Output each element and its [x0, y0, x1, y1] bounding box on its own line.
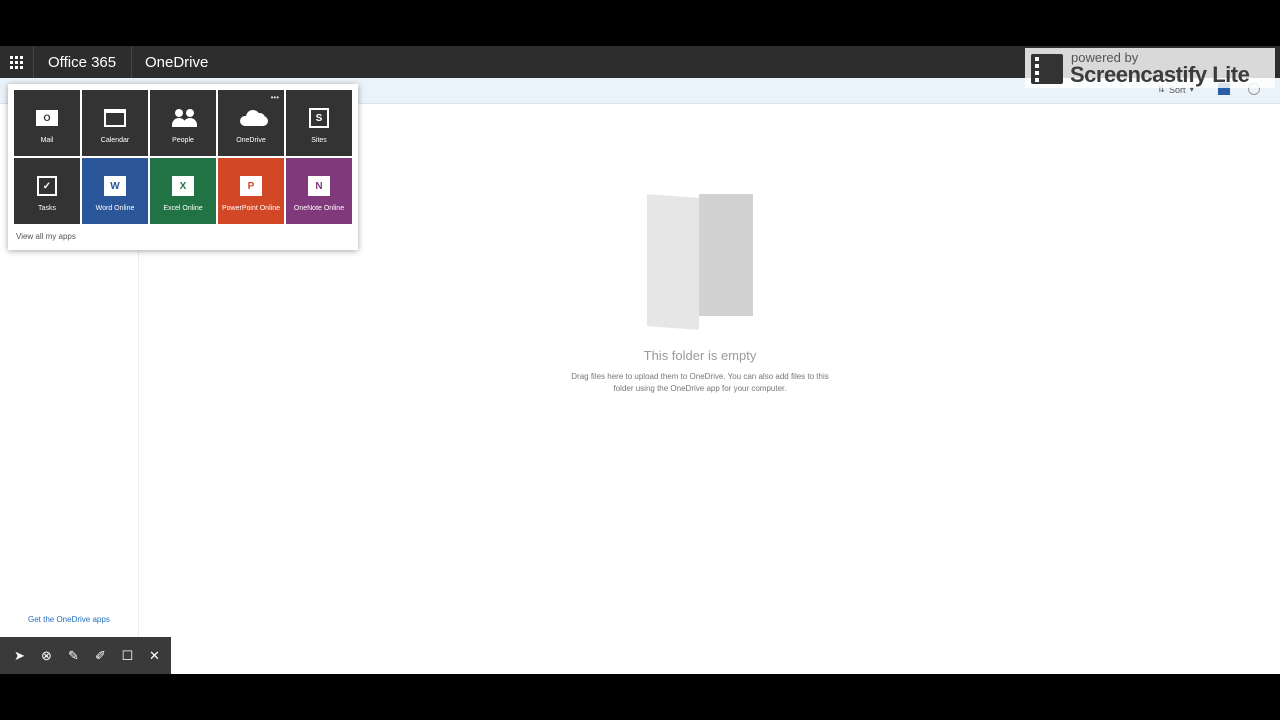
app-launcher-button[interactable]	[0, 46, 34, 78]
tile-powerpoint-online[interactable]: P PowerPoint Online	[218, 158, 284, 224]
tile-tasks[interactable]: ✓ Tasks	[14, 158, 80, 224]
tile-label: PowerPoint Online	[222, 205, 280, 212]
powerpoint-icon: P	[240, 176, 262, 196]
people-icon	[172, 108, 197, 128]
sites-icon: S	[309, 108, 329, 128]
tile-calendar[interactable]: Calendar	[82, 90, 148, 156]
tile-label: OneDrive	[236, 137, 266, 144]
office365-brand[interactable]: Office 365	[48, 54, 116, 71]
onenote-icon: N	[308, 176, 330, 196]
screencastify-watermark: powered by Screencastify Lite	[1025, 48, 1275, 88]
empty-folder-title: This folder is empty	[643, 348, 757, 363]
empty-folder-message: This folder is empty Drag files here to …	[560, 194, 840, 395]
checkbox-icon: ✓	[37, 176, 57, 196]
tile-word-online[interactable]: W Word Online	[82, 158, 148, 224]
pen-icon[interactable]: ✎	[66, 648, 81, 663]
app-title[interactable]: OneDrive	[145, 54, 208, 71]
tile-label: Excel Online	[163, 205, 203, 212]
tile-excel-online[interactable]: X Excel Online	[150, 158, 216, 224]
annotation-toolbar: ➤ ⊗ ✎ ✐ ☐ ✕	[0, 637, 171, 674]
circle-x-icon[interactable]: ⊗	[39, 648, 54, 663]
watermark-name: Screencastify Lite	[1070, 62, 1250, 87]
tile-label: Sites	[311, 137, 327, 144]
highlighter-icon[interactable]: ✐	[93, 648, 108, 663]
tile-label: Tasks	[38, 205, 56, 212]
tile-sites[interactable]: S Sites	[286, 90, 352, 156]
rectangle-icon[interactable]: ☐	[120, 648, 135, 663]
get-onedrive-apps-link[interactable]: Get the OneDrive apps	[28, 615, 110, 624]
browser-viewport: Office 365 OneDrive ⇅ Sort ▾ Get the One…	[0, 46, 1280, 674]
view-all-apps-link[interactable]: View all my apps	[16, 232, 76, 241]
tile-label: Mail	[40, 137, 54, 144]
calendar-icon	[104, 109, 126, 127]
empty-folder-description: Drag files here to upload them to OneDri…	[571, 372, 829, 393]
tile-label: OneNote Online	[293, 205, 345, 212]
folder-icon	[645, 194, 755, 330]
film-icon	[1031, 54, 1063, 84]
tile-onedrive[interactable]: ••• OneDrive	[218, 90, 284, 156]
tile-label: Calendar	[100, 137, 130, 144]
tile-people[interactable]: People	[150, 90, 216, 156]
divider	[131, 46, 132, 78]
cloud-icon	[240, 110, 268, 126]
close-icon[interactable]: ✕	[147, 648, 162, 663]
app-launcher-panel: O Mail Calendar People ••• OneDrive S Si…	[8, 84, 358, 250]
mail-icon: O	[36, 110, 58, 126]
tile-label: Word Online	[95, 205, 135, 212]
waffle-icon	[10, 55, 23, 69]
word-icon: W	[104, 176, 126, 196]
tile-onenote-online[interactable]: N OneNote Online	[286, 158, 352, 224]
excel-icon: X	[172, 176, 194, 196]
cursor-icon[interactable]: ➤	[12, 648, 27, 663]
tile-mail[interactable]: O Mail	[14, 90, 80, 156]
more-icon[interactable]: •••	[271, 93, 279, 102]
tile-label: People	[172, 137, 194, 144]
